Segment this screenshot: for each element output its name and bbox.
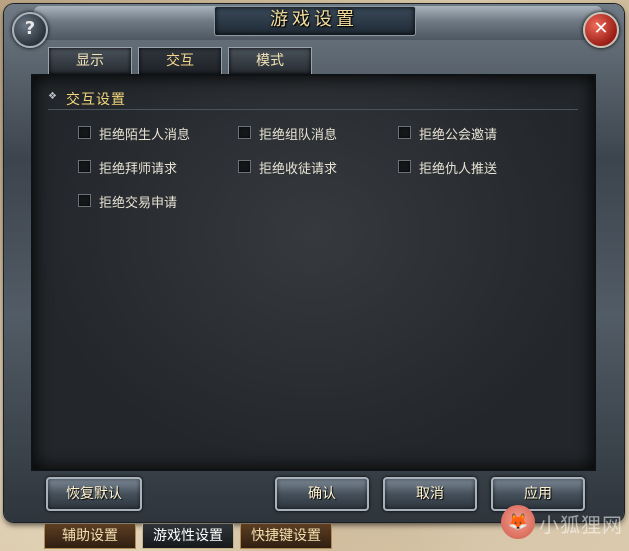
tab-mode[interactable]: 模式 <box>228 47 312 74</box>
tab-interaction[interactable]: 交互 <box>138 47 222 74</box>
tab-gameplay-settings[interactable]: 游戏性设置 <box>142 524 234 549</box>
help-button[interactable]: ? <box>12 12 48 48</box>
option-label: 拒绝公会邀请 <box>419 128 498 143</box>
checkbox[interactable] <box>238 160 251 173</box>
restore-default-button[interactable]: 恢复默认 <box>46 477 142 511</box>
cancel-button[interactable]: 取消 <box>383 477 477 511</box>
diamond-bullet-icon: ❖ <box>48 91 57 102</box>
question-mark-icon: ? <box>24 18 36 39</box>
option-label: 拒绝拜师请求 <box>99 162 178 177</box>
option-label: 拒绝仇人推送 <box>419 162 498 177</box>
tab-display[interactable]: 显示 <box>48 47 132 74</box>
checkbox[interactable] <box>78 194 91 207</box>
checkbox[interactable] <box>398 160 411 173</box>
option-label: 拒绝收徒请求 <box>259 162 338 177</box>
section-header: ❖ 交互设置 <box>48 87 578 110</box>
option-label: 拒绝陌生人消息 <box>99 128 191 143</box>
fox-icon: 🦊 <box>501 505 535 539</box>
close-button[interactable]: ✕ <box>583 12 619 48</box>
tab-hotkey-settings[interactable]: 快捷键设置 <box>240 524 332 549</box>
watermark-text: 小狐狸网 <box>539 513 623 537</box>
checkbox[interactable] <box>78 126 91 139</box>
checkbox[interactable] <box>398 126 411 139</box>
window-title: 游戏设置 <box>270 9 358 30</box>
checkbox[interactable] <box>78 160 91 173</box>
close-icon: ✕ <box>593 18 609 39</box>
confirm-button[interactable]: 确认 <box>275 477 369 511</box>
option-label: 拒绝交易申请 <box>99 196 178 211</box>
option-label: 拒绝组队消息 <box>259 128 338 143</box>
section-title: 交互设置 <box>66 92 126 108</box>
tab-assist-settings[interactable]: 辅助设置 <box>44 524 136 549</box>
checkbox[interactable] <box>238 126 251 139</box>
watermark: 🦊 小狐狸网 <box>501 505 623 545</box>
